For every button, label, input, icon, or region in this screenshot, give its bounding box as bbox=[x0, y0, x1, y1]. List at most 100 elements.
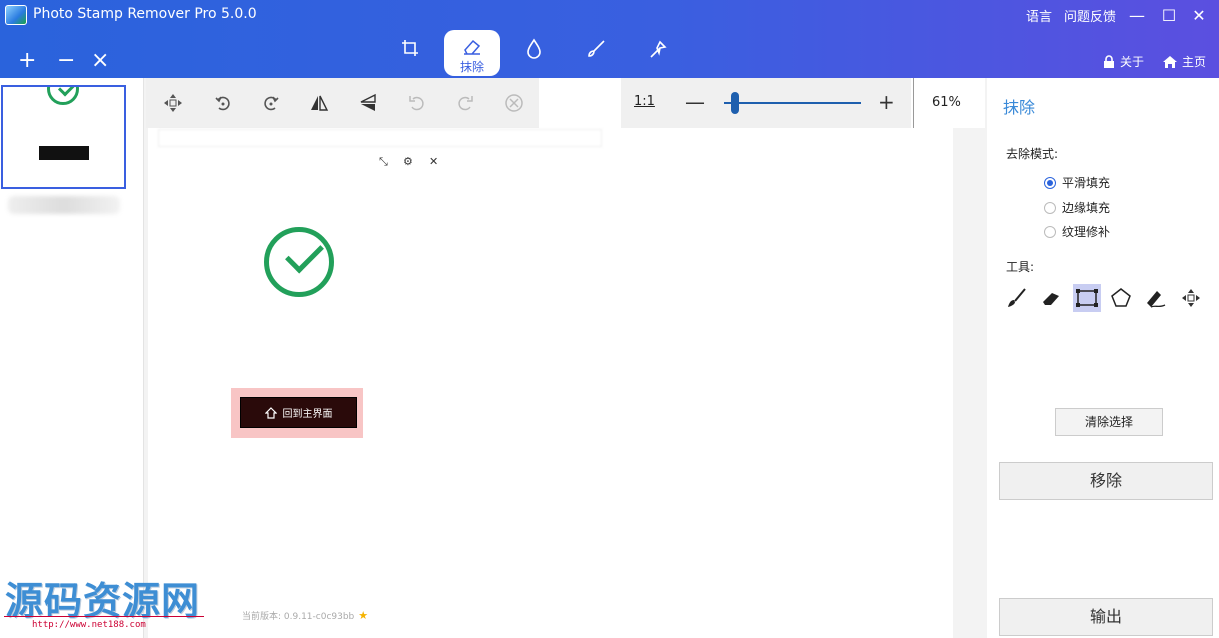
tab-erase-label: 抹除 bbox=[459, 60, 484, 74]
back-to-home-button: 回到主界面 bbox=[240, 397, 357, 428]
language-link[interactable]: 语言 bbox=[1026, 6, 1052, 25]
tab-crop[interactable] bbox=[382, 30, 438, 76]
radio-off-icon bbox=[1044, 225, 1056, 238]
move-icon bbox=[1182, 289, 1200, 307]
polygon-icon bbox=[1111, 288, 1131, 307]
brush-tool-button[interactable] bbox=[1003, 284, 1031, 312]
mode-smooth-fill-label: 平滑填充 bbox=[1062, 176, 1111, 190]
maximize-button[interactable]: ☐ bbox=[1157, 4, 1181, 28]
move-tool-button[interactable] bbox=[160, 90, 186, 116]
version-text: 当前版本: 0.9.11-c0c93bb ★ bbox=[242, 609, 368, 622]
radio-on-icon bbox=[1044, 176, 1056, 189]
blurred-tip-strip bbox=[158, 129, 602, 147]
collapse-icon[interactable]: ⤡ bbox=[379, 155, 388, 169]
rotate-left-icon bbox=[215, 96, 230, 111]
redo-button[interactable] bbox=[452, 90, 478, 116]
drop-icon bbox=[527, 38, 541, 59]
zoom-1-to-1-button[interactable]: 1:1 bbox=[634, 94, 655, 109]
tools-label: 工具: bbox=[1006, 260, 1035, 274]
zoom-slider-handle[interactable] bbox=[730, 92, 739, 114]
home-icon bbox=[264, 406, 277, 419]
magic-pen-tool-button[interactable] bbox=[1141, 284, 1169, 312]
polygon-tool-button[interactable] bbox=[1107, 284, 1135, 312]
lock-icon bbox=[1104, 54, 1114, 68]
check-icon bbox=[47, 87, 79, 105]
close-icon[interactable]: ✕ bbox=[429, 155, 438, 168]
canvas-scroll-area bbox=[953, 128, 985, 638]
mode-edge-fill[interactable]: 边缘填充 bbox=[1044, 199, 1110, 216]
home-label: 主页 bbox=[1182, 55, 1207, 69]
app-logo-icon bbox=[5, 5, 27, 25]
toolbar-divider bbox=[913, 78, 914, 128]
home-link[interactable]: 主页 bbox=[1162, 53, 1206, 70]
watermark-underline bbox=[4, 616, 204, 617]
tab-brush[interactable] bbox=[568, 30, 624, 76]
thumbnail-filename bbox=[8, 196, 120, 214]
close-window-button[interactable]: ✕ bbox=[1187, 4, 1211, 28]
thumbnail-panel bbox=[0, 78, 144, 638]
thumbnail-item[interactable] bbox=[1, 85, 126, 189]
brush-icon bbox=[588, 40, 605, 57]
zoom-in-button[interactable]: + bbox=[878, 90, 895, 114]
eraser-icon bbox=[1043, 293, 1059, 305]
mode-texture-repair-label: 纹理修补 bbox=[1062, 225, 1111, 239]
cancel-button[interactable] bbox=[501, 90, 527, 116]
about-label: 关于 bbox=[1120, 55, 1145, 69]
rotate-right-button[interactable] bbox=[258, 90, 284, 116]
feedback-link[interactable]: 问题反馈 bbox=[1064, 6, 1116, 25]
settings-icon[interactable]: ⚙ bbox=[403, 155, 413, 168]
app-title: Photo Stamp Remover Pro 5.0.0 bbox=[33, 6, 257, 22]
eraser-tool-button[interactable] bbox=[1037, 284, 1065, 312]
panel-title: 抹除 bbox=[1003, 98, 1036, 117]
mode-texture-repair[interactable]: 纹理修补 bbox=[1044, 223, 1110, 240]
flip-horizontal-button[interactable] bbox=[306, 90, 332, 116]
remove-button[interactable]: 移除 bbox=[999, 462, 1213, 500]
transform-tool-group bbox=[146, 78, 539, 128]
erase-settings-panel: 抹除 去除模式: 平滑填充 边缘填充 纹理修补 工具: 清除选择 移除 输出 bbox=[987, 78, 1219, 638]
radio-off-icon bbox=[1044, 201, 1056, 214]
thumbnail-button-preview bbox=[39, 146, 89, 160]
image-toolbar: 1:1 — + 61% bbox=[146, 78, 985, 128]
zoom-percent: 61% bbox=[932, 95, 961, 110]
title-bar: Photo Stamp Remover Pro 5.0.0 语言 问题反馈 — … bbox=[0, 0, 1219, 78]
back-to-home-label: 回到主界面 bbox=[282, 409, 333, 420]
about-link[interactable]: 关于 bbox=[1102, 53, 1144, 70]
mode-smooth-fill[interactable]: 平滑填充 bbox=[1044, 174, 1110, 191]
flip-horizontal-icon bbox=[311, 95, 329, 111]
redo-icon bbox=[458, 96, 473, 111]
tab-wand[interactable] bbox=[630, 30, 686, 76]
rotate-left-button[interactable] bbox=[210, 90, 236, 116]
flip-vertical-button[interactable] bbox=[355, 90, 381, 116]
rectangle-tool-button[interactable] bbox=[1073, 284, 1101, 312]
undo-icon bbox=[409, 96, 424, 111]
wand-icon bbox=[650, 40, 667, 58]
add-image-button[interactable]: + bbox=[18, 50, 36, 72]
remove-image-button[interactable]: − bbox=[57, 50, 75, 72]
zoom-slider[interactable] bbox=[724, 102, 861, 104]
watermark-url: http://www.net188.com bbox=[32, 620, 146, 630]
magic-pen-icon bbox=[1147, 291, 1166, 308]
export-button[interactable]: 输出 bbox=[999, 598, 1213, 636]
eraser-icon bbox=[464, 39, 481, 55]
zoom-out-button[interactable]: — bbox=[685, 90, 705, 114]
clear-selection-button[interactable]: 清除选择 bbox=[1055, 408, 1163, 436]
removal-mode-label: 去除模式: bbox=[1006, 147, 1059, 161]
mode-edge-fill-label: 边缘填充 bbox=[1062, 201, 1111, 215]
brush-icon bbox=[1008, 288, 1026, 307]
flip-vertical-icon bbox=[360, 93, 376, 111]
move-tool-button-right[interactable] bbox=[1177, 284, 1205, 312]
crop-icon bbox=[402, 40, 418, 56]
clear-images-button[interactable]: × bbox=[91, 50, 109, 72]
cancel-icon bbox=[505, 94, 523, 112]
move-icon bbox=[164, 94, 182, 112]
home-icon bbox=[1163, 55, 1177, 68]
image-canvas[interactable]: ⤡ ⚙ ✕ 回到主界面 当前版本: 0.9.11-c0c93bb ★ bbox=[148, 128, 953, 638]
tab-drop[interactable] bbox=[506, 30, 562, 76]
star-icon: ★ bbox=[358, 609, 369, 622]
success-check-icon bbox=[264, 227, 334, 297]
version-label: 当前版本: 0.9.11-c0c93bb bbox=[242, 612, 355, 622]
undo-button[interactable] bbox=[404, 90, 430, 116]
tab-erase[interactable]: 抹除 bbox=[444, 30, 500, 76]
minimize-button[interactable]: — bbox=[1125, 4, 1149, 28]
rotate-right-icon bbox=[264, 96, 279, 111]
